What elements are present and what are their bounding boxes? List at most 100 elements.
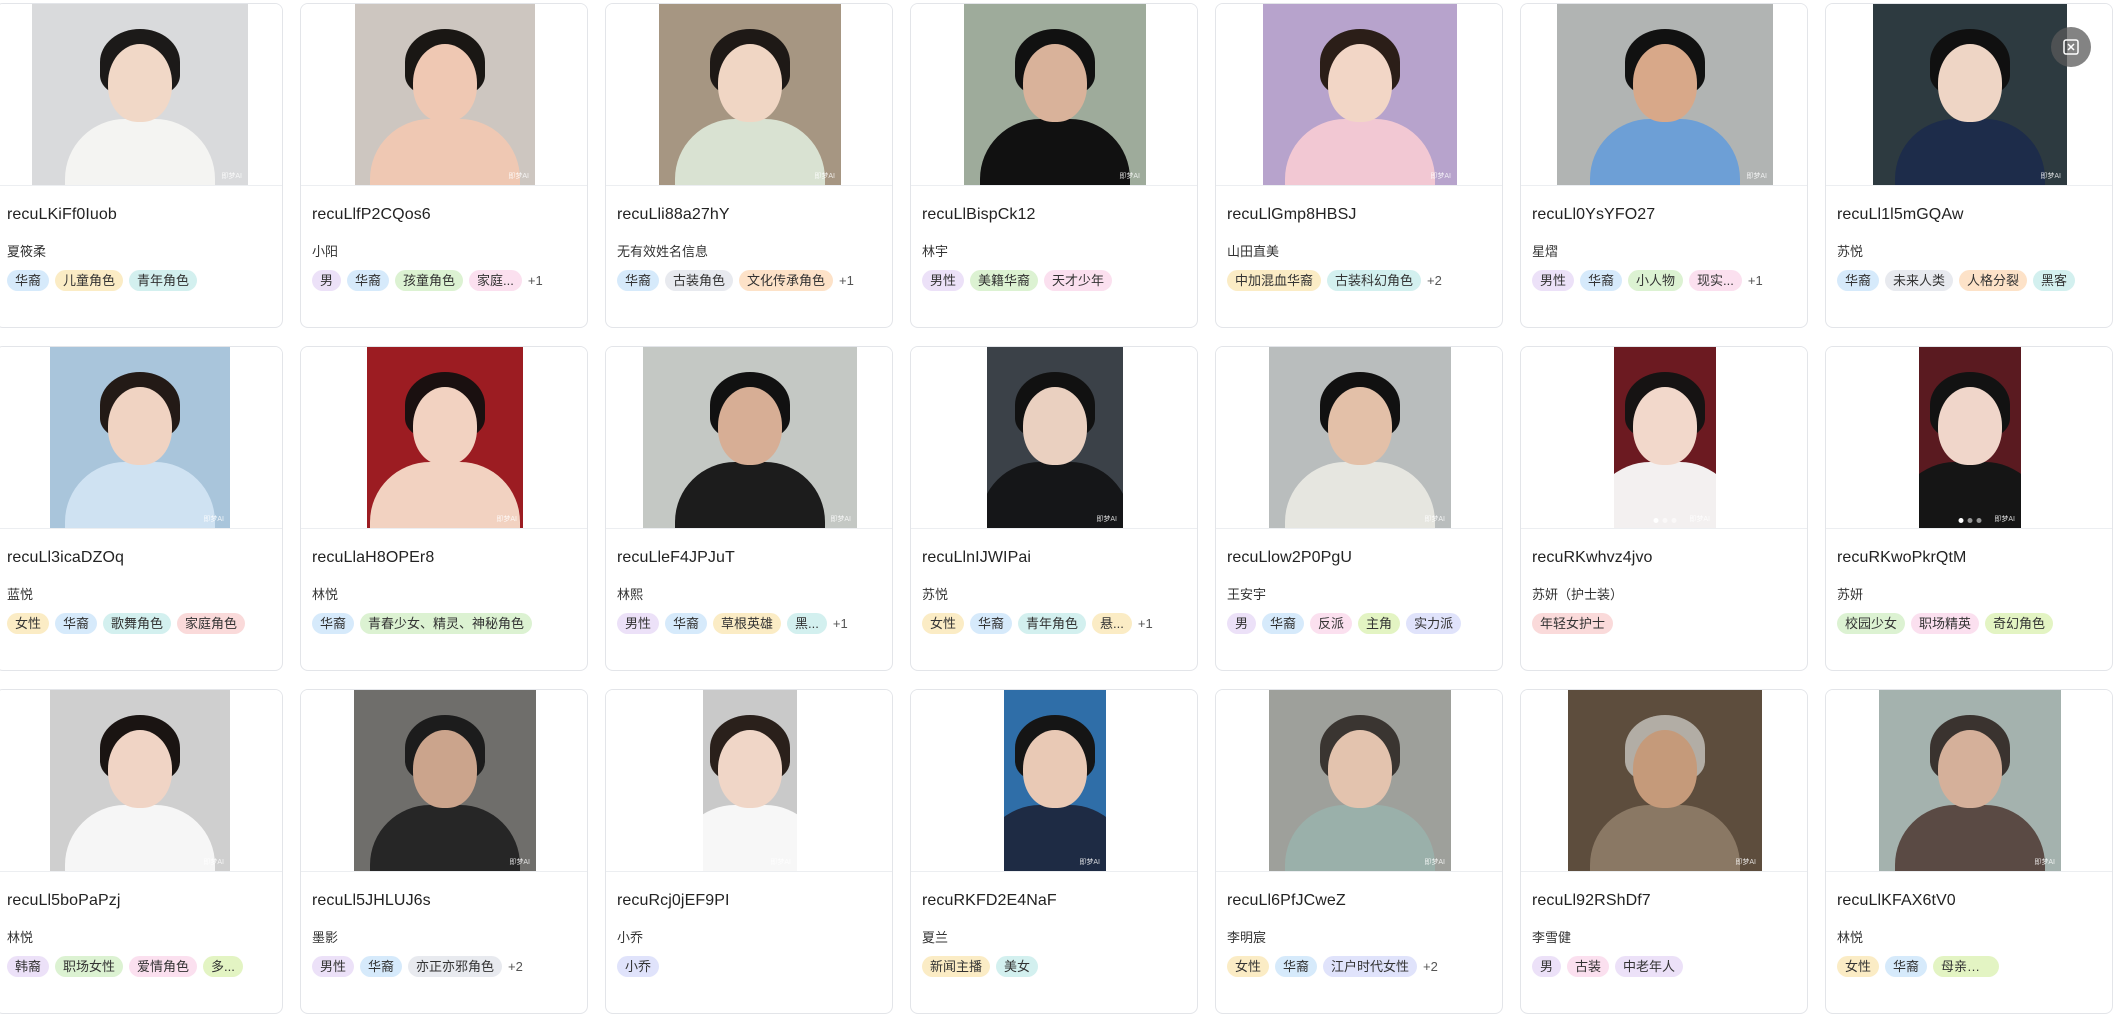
character-photo[interactable]: 即梦AI [1557,4,1773,185]
tag-list: 男华裔 反派 主角 实力派 [1227,613,1496,634]
watermark: 即梦AI [814,173,835,180]
character-card[interactable]: 即梦AI recuLl0YsYFO27 星熠 男性 华裔 小人物 现实... +1 [1520,3,1808,328]
character-photo[interactable]: 即梦AI [354,690,536,871]
record-id: recuLl0YsYFO27 [1532,206,1656,223]
character-card[interactable]: 即梦AI recuLl5boPaPzj 林悦 韩裔 职场女性 爱情角色 多... [0,689,283,1014]
tag: 小乔 [617,956,660,977]
character-photo[interactable]: 即梦AI [1269,690,1451,871]
character-card[interactable]: 即梦AI recuLl92RShDf7 李雪健男古装 中老年人 [1520,689,1808,1014]
character-photo[interactable]: 即梦AI [987,347,1123,528]
character-card[interactable]: 即梦AI recuLlKFAX6tV0 林悦女性华裔母亲、老妇人、家族... [1825,689,2113,1014]
watermark: 即梦AI [2040,173,2061,180]
more-tags-count[interactable]: +2 [1423,956,1438,977]
watermark: 即梦AI [2034,859,2055,866]
character-photo[interactable]: 即梦AI [703,690,797,871]
record-id: recuLl5boPaPzj [7,892,121,909]
carousel-dots[interactable] [1958,518,1982,523]
character-photo[interactable]: 即梦AI [964,4,1146,185]
tag: 华裔 [1885,956,1928,977]
character-card[interactable]: 即梦AI recuLlnIJWIPai 苏悦 女性 华裔 青年角色 悬... +1 [910,346,1198,671]
tag: 黑... [787,613,827,634]
record-id: recuLlaH8OPEr8 [312,549,435,566]
character-photo[interactable]: 即梦AI [659,4,841,185]
watermark: 即梦AI [1096,516,1117,523]
tag: 文化传承角色 [739,270,834,291]
tag: 爱情角色 [129,956,198,977]
record-id: recuLl92RShDf7 [1532,892,1651,909]
carousel-dots[interactable] [1653,518,1677,523]
character-photo[interactable]: 即梦AI [32,4,248,185]
card-photo-area: 即梦AI [301,347,587,529]
record-id: recuLl5JHLUJ6s [312,892,431,909]
character-card[interactable]: 即梦AI recuLlaH8OPEr8 林悦 华裔 青春少女、精灵、神秘角色 [300,346,588,671]
tag: 男 [312,270,342,291]
character-photo[interactable]: 即梦AI [1269,347,1451,528]
more-tags-count[interactable]: +1 [528,270,543,291]
card-photo-area: 即梦AI [606,4,892,186]
character-name: 墨影 [312,930,339,945]
character-card[interactable]: 即梦AI recuLlfP2CQos6 小阳男华裔 孩童角色 家庭... +1 [300,3,588,328]
more-tags-count[interactable]: +2 [1427,270,1442,291]
more-tags-count[interactable]: +1 [1748,270,1763,291]
watermark: 即梦AI [509,859,530,866]
character-photo[interactable]: 即梦AI [1614,347,1716,528]
tag: 青年角色 [1018,613,1087,634]
character-card[interactable]: 即梦AI recuRKwhvz4jvo 苏妍（护士装） 年轻女护士 [1520,346,1808,671]
character-name: 星熠 [1532,244,1559,259]
character-name: 苏悦 [922,587,949,602]
character-grid: 即梦AI recuLKiFf0Iuob 夏筱柔 华裔 儿童角色 青年角色 即梦AI recuL… [0,0,2115,1014]
character-name: 苏妍 [1837,587,1864,602]
character-card[interactable]: 即梦AI recuLl5JHLUJ6s 墨影 男性 华裔 亦正亦邪角色 +2 [300,689,588,1014]
character-card[interactable]: 即梦AI recuRcj0jEF9PI 小乔 小乔 [605,689,893,1014]
character-photo[interactable]: 即梦AI [1568,690,1762,871]
watermark: 即梦AI [1079,859,1100,866]
character-name: 山田直美 [1227,244,1280,259]
more-tags-count[interactable]: +1 [833,613,848,634]
tag-list: 华裔 未来人类 人格分裂 黑客 [1837,270,2106,291]
more-tags-count[interactable]: +1 [1138,613,1153,634]
record-id: recuRKwhvz4jvo [1532,549,1653,566]
tag: 草根英雄 [713,613,782,634]
character-card[interactable]: 即梦AI recuLli88a27hY 无有效姓名信息 华裔 古装角色 文化传承角色 +1 [605,3,893,328]
character-photo[interactable]: 即梦AI [1263,4,1457,185]
tag-list: 男性 美籍华裔 天才少年 [922,270,1191,291]
character-name: 李明宸 [1227,930,1267,945]
tag-list: 校园少女 职场精英 奇幻角色 [1837,613,2106,634]
card-photo-area: 即梦AI [301,4,587,186]
character-card[interactable]: 即梦AI recuLl6PfJCweZ 李明宸 女性 华裔 江户时代女性 +2 [1215,689,1503,1014]
character-photo[interactable]: 即梦AI [643,347,857,528]
character-photo[interactable]: 即梦AI [1919,347,2021,528]
fullscreen-exit-button[interactable] [2051,27,2091,67]
character-card[interactable]: 即梦AI recuLKiFf0Iuob 夏筱柔 华裔 儿童角色 青年角色 [0,3,283,328]
character-name: 李雪健 [1532,930,1572,945]
character-photo[interactable]: 即梦AI [1004,690,1106,871]
tag: 歌舞角色 [103,613,172,634]
tag: 母亲、老妇人、家族... [1933,956,2000,977]
record-id: recuLli88a27hY [617,206,730,223]
tag-list: 男古装 中老年人 [1532,956,1801,977]
character-card[interactable]: 即梦AI recuRKwoPkrQtM 苏妍 校园少女 职场精英 奇幻角色 [1825,346,2113,671]
character-card[interactable]: 即梦AI recuLlow2P0PgU 王安宇男华裔 反派 主角 实力派 [1215,346,1503,671]
character-card[interactable]: 即梦AI recuLl3icaDZOq 蓝悦 女性 华裔 歌舞角色 家庭角色 [0,346,283,671]
character-card[interactable]: 即梦AI recuLlBispCk12 林宇 男性 美籍华裔 天才少年 [910,3,1198,328]
character-photo[interactable]: 即梦AI [1879,690,2061,871]
character-card[interactable]: 即梦AI recuLleF4JPJuT 林熙 男性 华裔 草根英雄 黑... +1 [605,346,893,671]
card-photo-area: 即梦AI [606,347,892,529]
tag: 男性 [1532,270,1575,291]
character-photo[interactable]: 即梦AI [50,347,230,528]
character-photo[interactable]: 即梦AI [355,4,535,185]
character-card[interactable]: 即梦AI recuRKFD2E4NaF 夏兰 新闻主播 美女 [910,689,1198,1014]
character-card[interactable]: 即梦AI recuLlGmp8HBSJ 山田直美 中加混血华裔 古装科幻角色 +2 [1215,3,1503,328]
character-photo[interactable]: 即梦AI [367,347,523,528]
character-photo[interactable]: 即梦AI [1873,4,2067,185]
record-id: recuRKFD2E4NaF [922,892,1057,909]
tag: 华裔 [360,956,403,977]
more-tags-count[interactable]: +2 [508,956,523,977]
tag: 家庭角色 [177,613,246,634]
watermark: 即梦AI [1119,173,1140,180]
card-photo-area: 即梦AI [1216,4,1502,186]
more-tags-count[interactable]: +1 [839,270,854,291]
character-photo[interactable]: 即梦AI [50,690,230,871]
tag: 校园少女 [1837,613,1906,634]
tag: 男性 [617,613,660,634]
